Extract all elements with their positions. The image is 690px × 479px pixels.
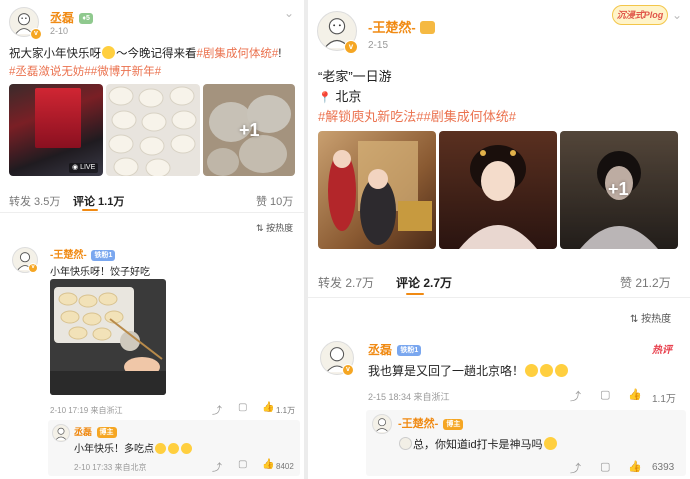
post-image-2[interactable] [439, 131, 557, 249]
post-text-line-1: 祝大家小年快乐呀 ～今晚记得来看#剧集成何体统#! [9, 46, 282, 60]
like-icon[interactable]: 👍 [628, 460, 642, 473]
reply-date-location: 2-10 17:33 来自北京 [74, 463, 147, 472]
topic-link[interactable]: #微博开新年# [91, 66, 161, 78]
stats-bar: 转发 3.5万 评论 1.1万 赞 10万 [0, 183, 304, 213]
comment-icon[interactable]: ▢ [600, 388, 610, 401]
level-badge: ♦5 [79, 13, 93, 25]
post-video-thumbnail[interactable]: ◉ LIVE [9, 84, 103, 176]
comment-icon[interactable]: ▢ [600, 460, 610, 473]
post-text-line-3: #解锁庾丸新吃法##剧集成何体统# [318, 106, 516, 125]
egg-emoji-icon [399, 437, 412, 450]
emoji-icon [168, 443, 179, 454]
like-count[interactable]: 赞 21.2万 [620, 274, 671, 291]
reply-text: 小年快乐！多吃点 [74, 440, 193, 455]
more-images-count[interactable]: +1 [239, 120, 260, 141]
post-image-buns[interactable]: +1 [203, 84, 295, 176]
sort-by-hot-button[interactable]: ⇅ 按热度 [256, 221, 293, 234]
share-icon[interactable]: ⤴ [212, 402, 222, 417]
comment-like-count: 1.1万 [652, 394, 676, 405]
crown-badge-icon [420, 21, 436, 34]
chevron-down-icon[interactable]: ⌄ [284, 6, 294, 20]
comment-text: 我也算是又回了一趟北京咯！ [368, 362, 569, 379]
billboard-image [35, 88, 81, 148]
comment-date-location: 2-10 17:19 来自浙江 [50, 406, 123, 415]
left-post-card: v 丞磊 ♦5 2-10 ⌄ 祝大家小年快乐呀 ～今晚记得来看#剧集成何体统#! … [0, 0, 304, 479]
emoji-icon [540, 364, 554, 377]
reply-avatar[interactable] [52, 424, 70, 442]
verified-icon: v [344, 40, 358, 54]
live-badge: ◉ LIVE [69, 163, 99, 173]
comment-text: 小年快乐呀！饺子好吃 [50, 267, 150, 278]
post-image-3[interactable]: +1 [560, 131, 678, 249]
plog-logo: 沉浸式Plog [612, 5, 668, 25]
active-tab-indicator [406, 293, 424, 295]
commenter-name[interactable]: 丞磊 铁粉1 [368, 341, 422, 358]
right-post-card: v -王楚然- 2-15 沉浸式Plog ⌄ “老家”一日游 📍 北京 #解锁庾… [308, 0, 690, 479]
post-date: 2-15 [368, 40, 389, 51]
post-author-name[interactable]: -王楚然- [368, 17, 436, 36]
post-author-name[interactable]: 丞磊 ♦5 [50, 9, 93, 26]
topic-link[interactable]: #剧集成何体统# [423, 109, 515, 124]
fan-badge: 铁粉1 [91, 249, 116, 261]
more-images-count[interactable]: +1 [608, 179, 629, 200]
fan-badge: 铁粉1 [397, 345, 422, 357]
like-count[interactable]: 赞 10万 [256, 193, 293, 209]
comment-icon[interactable]: ▢ [238, 459, 247, 470]
emoji-icon [543, 437, 557, 450]
blogger-badge: 博主 [443, 418, 464, 430]
reply-like-count: 8402 [276, 462, 294, 471]
location-pin-icon: 📍 [318, 92, 332, 104]
stats-bar: 转发 2.7万 评论 2.7万 赞 21.2万 [308, 262, 690, 298]
like-icon[interactable]: 👍 [628, 388, 642, 401]
reply-text: 总，你知道id打卡是神马吗 [398, 436, 558, 452]
reply-avatar[interactable] [372, 414, 392, 434]
verified-icon: v [28, 263, 38, 273]
emoji-icon [525, 364, 539, 377]
hot-comment-badge: 热评 [652, 345, 672, 356]
reply-author-name[interactable]: 丞磊 博主 [74, 425, 117, 439]
post-text-line-1: “老家”一日游 [318, 69, 392, 84]
chevron-down-icon[interactable]: ⌄ [672, 8, 682, 22]
repost-count[interactable]: 转发 3.5万 [9, 193, 60, 209]
reply-author-name[interactable]: -王楚然- 博主 [398, 415, 464, 431]
comment-image-dumplings[interactable] [50, 279, 166, 395]
reply-like-count: 6393 [652, 462, 675, 473]
commenter-name[interactable]: -王楚然- 铁粉1 [50, 246, 116, 261]
post-image-dumplings[interactable] [106, 84, 200, 176]
emoji-icon [555, 364, 569, 377]
share-icon[interactable]: ⤴ [212, 459, 222, 474]
topic-link[interactable]: #丞磊潋说无妨# [9, 66, 91, 78]
topic-link[interactable]: #剧集成何体统# [197, 48, 279, 60]
emoji-icon [181, 443, 192, 454]
emoji-icon [155, 443, 166, 454]
sort-icon: ⇅ [256, 223, 264, 233]
post-date: 2-10 [50, 26, 69, 36]
comment-count-tab[interactable]: 评论 2.7万 [396, 274, 452, 291]
like-icon[interactable]: 👍 [262, 402, 274, 413]
comment-count-tab[interactable]: 评论 1.1万 [73, 193, 124, 209]
sort-by-hot-button[interactable]: ⇅ 按热度 [630, 310, 671, 325]
topic-link[interactable]: #解锁庾丸新吃法# [318, 109, 423, 124]
active-tab-indicator [82, 209, 98, 211]
post-text-line-2: #丞磊潋说无妨##微博开新年# [9, 63, 161, 79]
verified-icon: v [342, 364, 354, 376]
like-icon[interactable]: 👍 [262, 459, 274, 470]
blogger-badge: 博主 [96, 427, 117, 439]
share-icon[interactable]: ⤴ [570, 460, 581, 476]
comment-date-location: 2-15 18:34 来自浙江 [368, 392, 450, 402]
repost-count[interactable]: 转发 2.7万 [318, 274, 374, 291]
post-text-line-2: 📍 北京 [318, 89, 362, 104]
emoji-icon [102, 46, 115, 59]
share-icon[interactable]: ⤴ [570, 388, 581, 404]
comment-icon[interactable]: ▢ [238, 402, 247, 413]
verified-icon: v [30, 28, 42, 40]
sort-icon: ⇅ [630, 314, 639, 325]
comment-like-count: 1.1万 [276, 406, 296, 415]
post-image-1[interactable] [318, 131, 436, 249]
